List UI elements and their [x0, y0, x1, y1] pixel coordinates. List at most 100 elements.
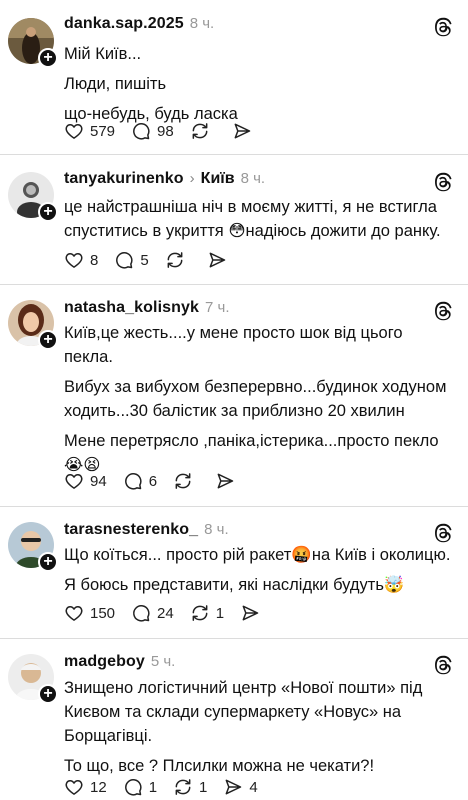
post-time: 8 ч.: [240, 170, 266, 187]
post-text-line: Люди, пишіть: [64, 75, 167, 93]
plus-follow-icon[interactable]: +: [38, 330, 58, 350]
like-button[interactable]: 8: [64, 250, 98, 270]
repost-button[interactable]: [165, 250, 191, 270]
share-send-icon: [242, 605, 259, 621]
avatar-container[interactable]: +: [8, 172, 58, 222]
repost-icon: [175, 473, 191, 489]
comment-count: 6: [148, 472, 158, 490]
threads-logo-icon[interactable]: [432, 522, 454, 544]
plus-follow-icon[interactable]: +: [38, 48, 58, 68]
repost-count: 1: [199, 778, 208, 796]
post-time: 8 ч.: [189, 15, 215, 32]
post-time: 5 ч.: [150, 653, 176, 670]
share-count: 4: [249, 778, 258, 796]
avatar-container[interactable]: +: [8, 18, 58, 68]
comment-bubble-icon: [133, 123, 150, 140]
share-button[interactable]: [215, 471, 241, 491]
post-text: Мій Київ... Люди, пишіть що-небудь, будь…: [64, 42, 456, 126]
comment-button[interactable]: 5: [114, 250, 149, 270]
comment-button[interactable]: 24: [131, 603, 174, 623]
heart-icon: [65, 474, 83, 489]
post-text: Київ,це жесть....у мене просто шок від ц…: [64, 321, 456, 477]
divider: [0, 284, 468, 285]
username[interactable]: madgeboy: [64, 653, 145, 671]
share-button[interactable]: 4: [223, 777, 258, 797]
username[interactable]: tarasnesterenko_: [64, 521, 198, 539]
post-text-line: Києвом та склади супермаркету «Новус» на: [64, 703, 402, 721]
like-button[interactable]: 94: [64, 471, 107, 491]
post-text-line: Мій Київ...: [64, 45, 142, 63]
share-button[interactable]: [240, 603, 266, 623]
like-button[interactable]: 150: [64, 603, 115, 623]
comment-count: 1: [148, 778, 158, 796]
post-text-line: Київ,це жесть....у мене просто шок від ц…: [64, 324, 403, 342]
heart-icon: [65, 606, 83, 621]
comment-bubble-icon: [133, 605, 150, 622]
divider: [0, 154, 468, 155]
repost-icon: [175, 779, 191, 795]
avatar-container[interactable]: +: [8, 300, 58, 350]
post-text-line: То що, все ? Плсилки можна не чекати?!: [64, 757, 375, 775]
repost-icon: [192, 605, 208, 621]
like-button[interactable]: 12: [64, 777, 107, 797]
post-header: tarasnesterenko_ 8 ч.: [64, 521, 229, 543]
post-header: natasha_kolisnyk 7 ч.: [64, 299, 230, 321]
comment-button[interactable]: 98: [131, 121, 174, 141]
chevron-right-icon: ›: [189, 170, 195, 187]
post-text: Знищено логістичний центр «Нової пошти» …: [64, 676, 456, 778]
repost-icon: [167, 252, 183, 268]
like-count: 150: [90, 604, 116, 622]
comment-count: 24: [157, 604, 174, 622]
username[interactable]: danka.sap.2025: [64, 15, 184, 33]
repost-button[interactable]: 1: [190, 603, 224, 623]
post-text: це найстрашніша ніч в моєму житті, я не …: [64, 195, 456, 243]
avatar-container[interactable]: +: [8, 654, 58, 704]
comment-bubble-icon: [124, 779, 142, 796]
plus-follow-icon[interactable]: +: [38, 684, 58, 704]
threads-logo-icon[interactable]: [432, 16, 454, 38]
post-text-line: Я боюсь представити, які наслідки будуть…: [64, 576, 405, 594]
divider: [0, 638, 468, 639]
post-time: 8 ч.: [204, 521, 229, 538]
share-send-icon: [209, 252, 225, 268]
comment-count: 98: [157, 122, 174, 140]
like-count: 8: [90, 251, 99, 269]
username[interactable]: tanyakurinenko: [64, 170, 184, 188]
post-actions: 12 1 1 4: [64, 776, 274, 798]
post-text-line: ходить...30 балістик за приблизно 20 хви…: [64, 402, 405, 420]
comment-button[interactable]: 6: [123, 471, 157, 491]
threads-logo-icon[interactable]: [432, 300, 454, 322]
share-send-icon: [234, 123, 250, 139]
divider: [0, 506, 468, 507]
repost-button[interactable]: [173, 471, 199, 491]
share-button[interactable]: [232, 121, 258, 141]
post-header: madgeboy 5 ч.: [64, 653, 175, 675]
comment-button[interactable]: 1: [123, 777, 157, 797]
repost-icon: [192, 123, 208, 139]
post-actions: 94 6: [64, 470, 257, 492]
post-text-line: спуститись в укриття 😳надіюсь дожити до …: [64, 222, 441, 240]
comment-count: 5: [140, 251, 149, 269]
post-text-line: це найстрашніша ніч в моєму житті, я не …: [64, 198, 437, 216]
like-button[interactable]: 579: [64, 121, 115, 141]
share-send-icon: [217, 473, 234, 489]
heart-icon: [65, 124, 83, 139]
like-count: 12: [90, 778, 107, 796]
plus-follow-icon[interactable]: +: [38, 202, 58, 222]
post-text: Що коїться... просто рій ракет🤬на Київ і…: [64, 543, 456, 597]
username[interactable]: natasha_kolisnyk: [64, 299, 199, 317]
post-text-line: Знищено логістичний центр «Нової пошти» …: [64, 679, 423, 697]
post-text-line: Борщагівці.: [64, 727, 153, 745]
share-button[interactable]: [207, 250, 233, 270]
repost-button[interactable]: 1: [173, 777, 207, 797]
plus-follow-icon[interactable]: +: [38, 552, 58, 572]
repost-button[interactable]: [190, 121, 216, 141]
like-count: 94: [90, 472, 107, 490]
repost-count: 1: [215, 604, 225, 622]
threads-logo-icon[interactable]: [432, 171, 454, 193]
post-text-line: пекла.: [64, 348, 113, 366]
topic-tag[interactable]: Київ: [201, 170, 235, 188]
threads-logo-icon[interactable]: [432, 654, 454, 676]
avatar-container[interactable]: +: [8, 522, 58, 572]
heart-icon: [65, 253, 83, 268]
